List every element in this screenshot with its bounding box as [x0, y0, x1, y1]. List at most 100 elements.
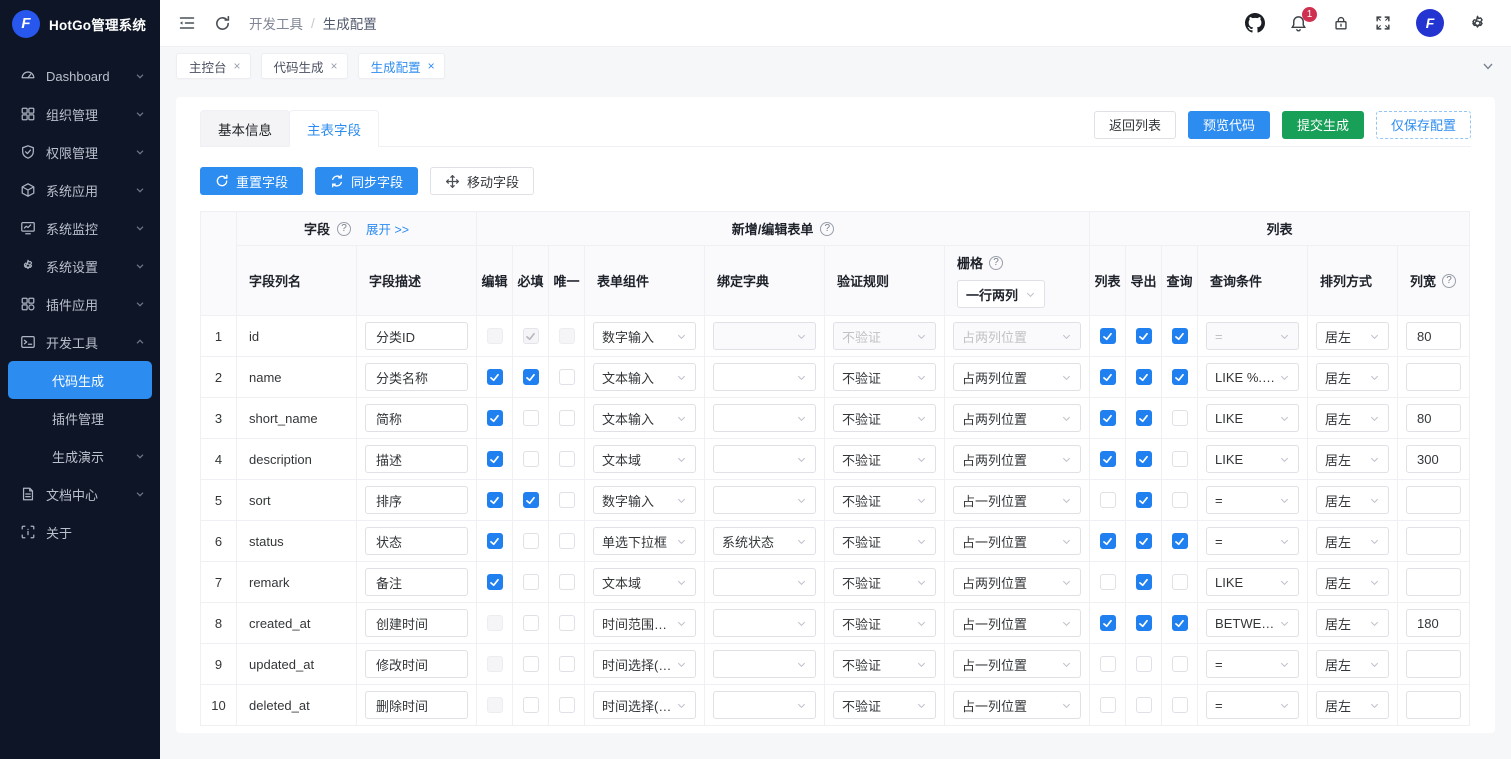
- required-checkbox[interactable]: [522, 410, 539, 427]
- validation-select[interactable]: 不验证: [833, 527, 936, 555]
- required-checkbox[interactable]: [522, 656, 539, 673]
- dict-select[interactable]: [713, 650, 816, 678]
- lock-screen-icon[interactable]: [1332, 14, 1350, 32]
- export-checkbox[interactable]: [1135, 697, 1152, 714]
- field-desc-input[interactable]: 状态: [365, 527, 468, 555]
- required-checkbox[interactable]: [522, 697, 539, 714]
- submit-generate-button[interactable]: 提交生成: [1281, 110, 1364, 139]
- required-checkbox[interactable]: [522, 533, 539, 550]
- fullscreen-icon[interactable]: [1374, 14, 1392, 32]
- edit-checkbox[interactable]: [486, 451, 503, 468]
- column-width-input[interactable]: 300: [1406, 445, 1462, 473]
- edit-checkbox[interactable]: [486, 533, 503, 550]
- query-condition-select[interactable]: =: [1206, 322, 1300, 350]
- list-checkbox[interactable]: [1099, 410, 1116, 427]
- close-icon[interactable]: ×: [428, 59, 435, 73]
- help-icon[interactable]: [820, 221, 835, 236]
- grid-select[interactable]: 占一列位置: [953, 691, 1082, 719]
- required-checkbox[interactable]: [522, 615, 539, 632]
- dict-select[interactable]: [713, 568, 816, 596]
- close-icon[interactable]: ×: [331, 59, 338, 73]
- sidebar-item-gear[interactable]: 系统设置: [0, 247, 160, 285]
- field-desc-input[interactable]: 创建时间: [365, 609, 468, 637]
- required-checkbox[interactable]: [522, 451, 539, 468]
- column-width-input[interactable]: [1406, 363, 1462, 391]
- export-checkbox[interactable]: [1135, 574, 1152, 591]
- validation-select[interactable]: 不验证: [833, 322, 936, 350]
- unique-checkbox[interactable]: [558, 574, 575, 591]
- field-desc-input[interactable]: 描述: [365, 445, 468, 473]
- refresh-icon[interactable]: [214, 15, 231, 32]
- github-icon[interactable]: [1245, 13, 1265, 33]
- validation-select[interactable]: 不验证: [833, 486, 936, 514]
- export-checkbox[interactable]: [1135, 656, 1152, 673]
- list-checkbox[interactable]: [1099, 656, 1116, 673]
- edit-checkbox[interactable]: [486, 410, 503, 427]
- unique-checkbox[interactable]: [558, 410, 575, 427]
- back-to-list-button[interactable]: 返回列表: [1093, 110, 1176, 139]
- breadcrumb-parent[interactable]: 开发工具: [249, 13, 303, 33]
- sidebar-item-apps[interactable]: 插件应用: [0, 285, 160, 323]
- dict-select[interactable]: 系统状态: [713, 527, 816, 555]
- edit-checkbox[interactable]: [486, 574, 503, 591]
- move-fields-button[interactable]: 移动字段: [430, 167, 535, 195]
- align-select[interactable]: 居左: [1316, 404, 1390, 432]
- dict-select[interactable]: [713, 445, 816, 473]
- align-select[interactable]: 居左: [1316, 527, 1390, 555]
- page-tab[interactable]: 主控台 ×: [176, 53, 251, 79]
- form-component-select[interactable]: 单选下拉框: [593, 527, 696, 555]
- validation-select[interactable]: 不验证: [833, 445, 936, 473]
- grid-select[interactable]: 占两列位置: [953, 363, 1082, 391]
- help-icon[interactable]: [989, 255, 1004, 270]
- grid-select[interactable]: 占两列位置: [953, 568, 1082, 596]
- column-width-input[interactable]: 80: [1406, 322, 1462, 350]
- tab-basic-info[interactable]: 基本信息: [200, 110, 290, 147]
- help-icon[interactable]: [336, 221, 351, 236]
- sidebar-subitem[interactable]: 生成演示: [0, 437, 160, 475]
- unique-checkbox[interactable]: [558, 656, 575, 673]
- dict-select[interactable]: [713, 486, 816, 514]
- export-checkbox[interactable]: [1135, 492, 1152, 509]
- preview-code-button[interactable]: 预览代码: [1187, 110, 1270, 139]
- query-condition-select[interactable]: LIKE: [1206, 445, 1300, 473]
- column-width-input[interactable]: 80: [1406, 404, 1462, 432]
- edit-checkbox[interactable]: [486, 697, 503, 714]
- sidebar-subitem[interactable]: 代码生成: [8, 361, 152, 399]
- form-component-select[interactable]: 文本输入: [593, 363, 696, 391]
- sync-fields-button[interactable]: 同步字段: [315, 167, 419, 195]
- unique-checkbox[interactable]: [558, 615, 575, 632]
- column-width-input[interactable]: [1406, 486, 1462, 514]
- validation-select[interactable]: 不验证: [833, 363, 936, 391]
- column-width-input[interactable]: [1406, 691, 1462, 719]
- grid-select[interactable]: 占一列位置: [953, 527, 1082, 555]
- validation-select[interactable]: 不验证: [833, 568, 936, 596]
- list-checkbox[interactable]: [1099, 369, 1116, 386]
- unique-checkbox[interactable]: [558, 328, 575, 345]
- help-icon[interactable]: [1442, 273, 1457, 288]
- list-checkbox[interactable]: [1099, 697, 1116, 714]
- column-width-input[interactable]: 180: [1406, 609, 1462, 637]
- field-desc-input[interactable]: 分类名称: [365, 363, 468, 391]
- column-width-input[interactable]: [1406, 650, 1462, 678]
- column-width-input[interactable]: [1406, 527, 1462, 555]
- grid-layout-select[interactable]: 一行两列: [957, 280, 1045, 308]
- edit-checkbox[interactable]: [486, 328, 503, 345]
- close-icon[interactable]: ×: [234, 59, 241, 73]
- query-checkbox[interactable]: [1171, 451, 1188, 468]
- align-select[interactable]: 居左: [1316, 363, 1390, 391]
- query-checkbox[interactable]: [1171, 328, 1188, 345]
- settings-gear-icon[interactable]: [1468, 14, 1487, 33]
- sidebar-item-monitor[interactable]: 系统监控: [0, 209, 160, 247]
- chevron-down-icon[interactable]: [1481, 59, 1495, 73]
- sidebar-subitem[interactable]: 插件管理: [0, 399, 160, 437]
- unique-checkbox[interactable]: [558, 451, 575, 468]
- query-checkbox[interactable]: [1171, 492, 1188, 509]
- save-config-only-button[interactable]: 仅保存配置: [1375, 110, 1471, 139]
- grid-select[interactable]: 占一列位置: [953, 650, 1082, 678]
- list-checkbox[interactable]: [1099, 492, 1116, 509]
- column-width-input[interactable]: [1406, 568, 1462, 596]
- validation-select[interactable]: 不验证: [833, 691, 936, 719]
- required-checkbox[interactable]: [522, 574, 539, 591]
- query-checkbox[interactable]: [1171, 574, 1188, 591]
- sidebar-item-cube[interactable]: 系统应用: [0, 171, 160, 209]
